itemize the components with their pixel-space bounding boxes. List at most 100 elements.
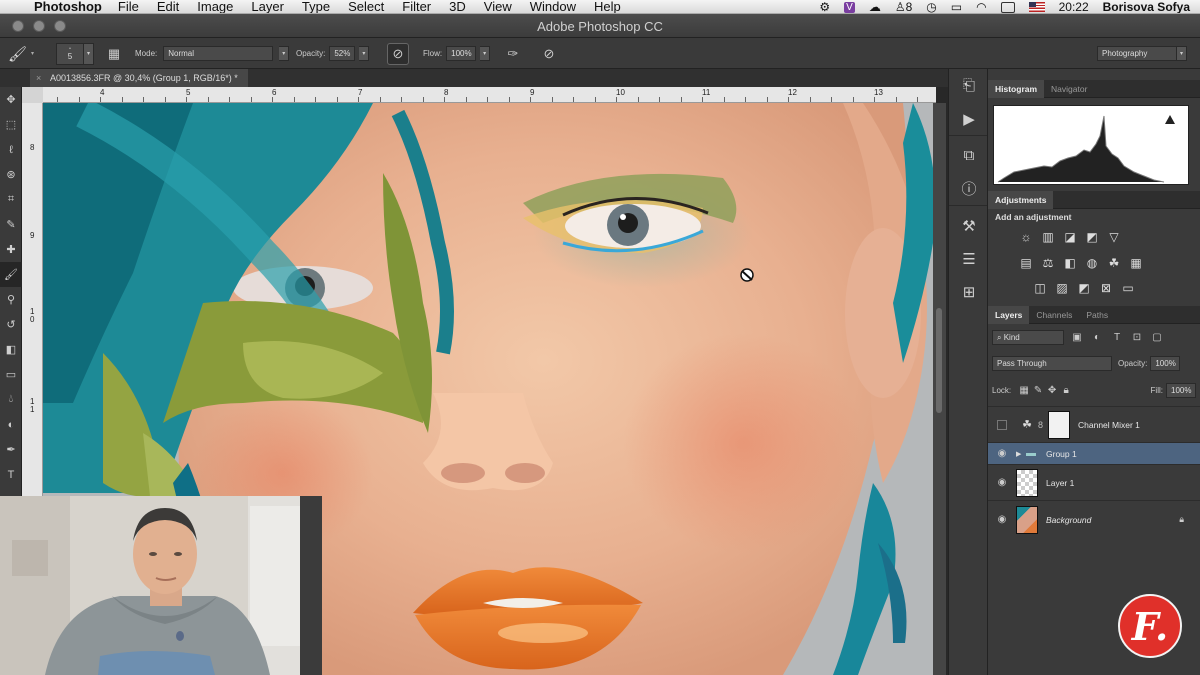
channel-mixer-icon[interactable]: ☘ [1106,256,1122,270]
flow-input[interactable]: 100% [446,46,477,61]
user-name[interactable]: Borisova Sofya [1103,0,1190,13]
levels-icon[interactable]: ▥ [1040,230,1056,244]
blur-tool-icon[interactable]: 💧︎ [0,387,22,412]
filter-pixel-icon[interactable]: ▣ [1070,332,1084,343]
menu-layer[interactable]: Layer [251,0,284,13]
gradient-map-icon[interactable]: ▭ [1120,281,1136,295]
menu-filter[interactable]: Filter [402,0,431,13]
tab-navigator[interactable]: Navigator [1044,80,1094,98]
menu-image[interactable]: Image [197,0,233,13]
black-white-icon[interactable]: ◧ [1062,256,1078,270]
brush-panel-toggle[interactable]: ▦ [103,38,125,69]
brush-presets-icon[interactable]: ☰ [949,242,989,275]
pen-tool-icon[interactable]: ✒ [0,437,22,462]
settings-icon[interactable]: ⚙ [819,0,830,13]
menu-view[interactable]: View [484,0,512,13]
pressure-opacity-button[interactable]: ⊘ [387,38,409,69]
move-tool-icon[interactable]: ✥ [0,87,22,112]
exposure-icon[interactable]: ◩ [1084,230,1100,244]
lasso-tool-icon[interactable]: ℓ [0,137,22,162]
cloud-icon[interactable]: ☁ [869,0,881,13]
eyedropper-tool-icon[interactable]: ✎ [0,212,22,237]
input-flag-icon[interactable] [1028,2,1045,12]
tab-layers[interactable]: Layers [988,306,1030,324]
posterize-icon[interactable]: ▨ [1054,281,1070,295]
gradient-tool-icon[interactable]: ▭ [0,362,22,387]
app-menu[interactable]: Photoshop [34,0,102,13]
dodge-tool-icon[interactable]: ◐ [0,412,22,437]
threshold-icon[interactable]: ◩ [1076,281,1092,295]
tab-histogram[interactable]: Histogram [988,80,1045,98]
layer-row[interactable]: ☘ 8 Channel Mixer 1 [988,406,1200,442]
type-tool-icon[interactable]: T [0,462,22,487]
quick-select-tool-icon[interactable]: ⊛ [0,162,22,187]
layer-mask-thumbnail[interactable] [1048,410,1070,439]
marquee-tool-icon[interactable]: ⬚ [0,112,22,137]
lock-position-icon[interactable]: ✥ [1045,385,1059,396]
vibrance-icon[interactable]: ▽ [1106,230,1122,244]
layer-name[interactable]: Layer 1 [1046,478,1074,488]
layer-name[interactable]: Group 1 [1046,449,1077,459]
opacity-input[interactable]: 52% [329,46,356,61]
menu-select[interactable]: Select [348,0,384,13]
mode-select[interactable]: Normal [163,46,274,61]
info-panel-icon[interactable]: ⓘ [949,172,989,205]
lock-transparency-icon[interactable]: ▦ [1017,385,1031,396]
properties-panel-icon[interactable]: ⊞ [949,275,989,308]
photo-filter-icon[interactable]: ◍ [1084,256,1100,270]
selective-color-icon[interactable]: ⊠ [1098,281,1114,295]
tab-channels[interactable]: Channels [1029,306,1079,324]
expand-group-icon[interactable]: ▶ [1016,450,1026,458]
lock-all-icon[interactable]: 🔒︎ [1059,385,1073,396]
lock-pixels-icon[interactable]: ✎ [1031,385,1045,396]
canvas-vertical-scrollbar[interactable] [933,103,946,675]
badge-icon[interactable]: ♙8 [895,0,912,13]
pressure-size-button[interactable]: ⊘ [538,38,560,69]
character-panel-icon[interactable]: ⧉ [949,139,989,172]
layer-filter-select[interactable]: ⌕ Kind [992,330,1064,345]
tab-paths[interactable]: Paths [1079,306,1115,324]
filter-adjustment-icon[interactable]: ◐ [1090,332,1104,343]
wifi-icon[interactable]: ◠ [976,0,986,13]
brush-size-picker[interactable]: • 5 ▾ [56,38,94,69]
blend-mode-select[interactable]: Pass Through [992,355,1112,371]
menu-file[interactable]: File [118,0,139,13]
menu-edit[interactable]: Edit [157,0,179,13]
app-status-icon[interactable]: V [844,1,855,13]
actions-panel-icon[interactable]: ▶ [949,102,989,135]
eye-icon[interactable]: ◉ [988,477,1016,488]
layer-row[interactable]: ◉ Background 🔒︎ [988,500,1200,538]
eye-icon[interactable]: ◉ [988,514,1016,525]
close-tab-icon[interactable]: × [36,73,41,83]
eraser-tool-icon[interactable]: ◧ [0,337,22,362]
menu-type[interactable]: Type [302,0,330,13]
scrollbar-thumb[interactable] [936,308,942,413]
history-panel-icon[interactable]: ⎗ [949,69,989,102]
brush-tool-icon[interactable]: 🖌︎ [0,262,22,287]
filter-shape-icon[interactable]: ⊡ [1130,332,1144,343]
workspace-switcher[interactable]: Photography ▾ [1097,38,1187,69]
color-balance-icon[interactable]: ⚖ [1040,256,1056,270]
battery-icon[interactable] [1000,1,1015,13]
layer-opacity-input[interactable]: 100% [1150,355,1181,371]
fill-input[interactable]: 100% [1166,382,1196,398]
crop-tool-icon[interactable]: ⌗ [0,187,22,212]
airbrush-button[interactable]: ✑ [502,38,524,69]
menu-help[interactable]: Help [594,0,621,13]
invert-icon[interactable]: ◫ [1032,281,1048,295]
layer-row[interactable]: ◉ Layer 1 [988,464,1200,500]
layer-name[interactable]: Background [1046,515,1091,525]
document-tab[interactable]: × A0013856.3FR @ 30,4% (Group 1, RGB/16*… [30,69,248,87]
clock-text[interactable]: 20:22 [1059,0,1089,13]
filter-type-icon[interactable]: T [1110,332,1124,343]
color-lookup-icon[interactable]: ▦ [1128,256,1144,270]
layer-name[interactable]: Channel Mixer 1 [1078,420,1140,430]
tool-presets-icon[interactable]: ⚒ [949,209,989,242]
clock-icon[interactable]: ◷ [926,0,936,13]
brightness-icon[interactable]: ☼ [1018,230,1034,244]
menu-window[interactable]: Window [530,0,576,13]
curves-icon[interactable]: ◪ [1062,230,1078,244]
brush-tool-preset[interactable]: 🖌︎ ▾ [8,38,34,69]
visibility-toggle[interactable] [988,419,1016,430]
hue-saturation-icon[interactable]: ▤ [1018,256,1034,270]
